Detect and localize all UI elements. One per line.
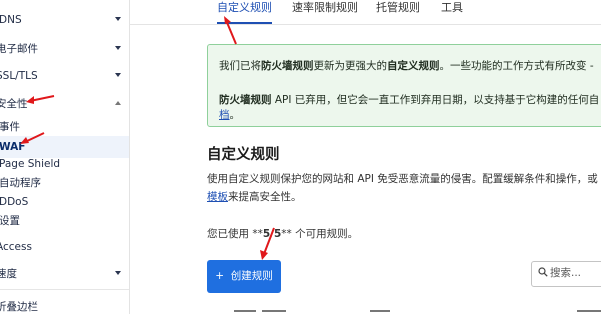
tab-tools[interactable]: 工具 [441,0,463,22]
sidebar-item-label: 安全性 [0,98,28,110]
description-text: 来提高安全性。 [228,191,302,203]
sidebar-item-access[interactable]: Access [0,236,129,258]
sidebar-item-label: Access [0,241,32,253]
table-header-cutoff [370,310,390,312]
table-header-cutoff [262,310,286,312]
annotation-arrow-icon [26,95,55,104]
banner-bold-text: 防火墙规则 [219,94,272,106]
tab-managed-rules[interactable]: 托管规则 [376,0,420,22]
tab-bar: 自定义规则 速率限制规则 托管规则 工具 [129,0,601,25]
annotation-arrow-icon [224,16,237,45]
table-header-cutoff [234,310,256,312]
sidebar-item-label: 电子邮件 [0,43,38,55]
chevron-up-icon [115,101,121,105]
sidebar: DNS 电子邮件 SSL/TLS 安全性 事件 WAF Page Shield … [0,0,130,314]
annotation-arrow-icon [260,227,275,260]
create-rule-button[interactable]: + 创建规则 [207,260,281,293]
sidebar-item-speed[interactable]: 速度 [0,263,129,285]
description-text: 使用自定义规则保护您的网站和 API 免受恶意流量的侵害。配置缓解条件和操作，或 [207,173,598,185]
templates-link[interactable]: 模板 [207,191,228,203]
search-icon [538,267,548,280]
create-rule-label: 创建规则 [230,270,273,282]
rules-table-header [207,307,601,314]
chevron-down-icon [115,73,121,77]
sidebar-item-label: 折叠边栏 [0,301,38,313]
sidebar-item-label: 事件 [0,121,20,133]
banner-line-2: 防火墙规则 API 已弃用，但它会一直工作到弃用日期，以支持基于它构建的任何自 [219,92,599,107]
sidebar-item-label: DNS [0,14,22,26]
chevron-down-icon [115,46,121,50]
rule-usage-text: 您已使用 **5/5** 个可用规则。 [207,226,358,241]
sidebar-item-label: 设置 [0,215,20,227]
info-banner: 我们已将防火墙规则更新为更强大的自定义规则。一些功能的工作方式有所改变 - 防火… [207,44,601,127]
description-text-2: 模板来提高安全性。 [207,189,302,204]
tab-rate-limiting-rules[interactable]: 速率限制规则 [292,0,358,22]
plus-icon: + [215,270,225,282]
banner-text: 更新为更强大的 [313,60,388,72]
banner-bold-text: 自定义规则 [387,60,440,72]
banner-text: 我们已将 [219,60,261,72]
search-input[interactable] [550,265,601,281]
banner-line-3: 档。 [219,107,240,122]
banner-bold-text: 防火墙规则 [261,60,314,72]
sidebar-subitem-settings[interactable]: 设置 [0,210,129,232]
sidebar-item-security[interactable]: 安全性 [0,93,129,115]
chevron-down-icon [115,17,121,21]
sidebar-item-dns[interactable]: DNS [0,9,129,31]
banner-doc-link[interactable]: 档 [219,109,230,121]
search-box[interactable] [531,261,601,287]
sidebar-item-label: 速度 [0,268,17,280]
banner-text: 。 [229,109,241,121]
banner-line-1: 我们已将防火墙规则更新为更强大的自定义规则。一些功能的工作方式有所改变 - [219,58,594,73]
table-header-cutoff [577,310,601,312]
banner-text: API 已弃用，但它会一直工作到弃用日期，以支持基于它构建的任何自 [271,94,600,106]
sidebar-item-label: SSL/TLS [0,70,38,82]
sidebar-divider [0,289,129,290]
page-title: 自定义规则 [207,147,280,163]
usage-suffix: ** 个可用规则。 [281,228,359,240]
chevron-down-icon [115,271,121,275]
banner-text: 。一些功能的工作方式有所改变 - [439,60,594,72]
sidebar-item-email[interactable]: 电子邮件 [0,38,129,60]
usage-prefix: 您已使用 ** [207,228,263,240]
sidebar-item-ssl-tls[interactable]: SSL/TLS [0,65,129,87]
annotation-arrow-icon [20,132,45,144]
sidebar-collapse-toggle[interactable]: 折叠边栏 [0,296,129,318]
